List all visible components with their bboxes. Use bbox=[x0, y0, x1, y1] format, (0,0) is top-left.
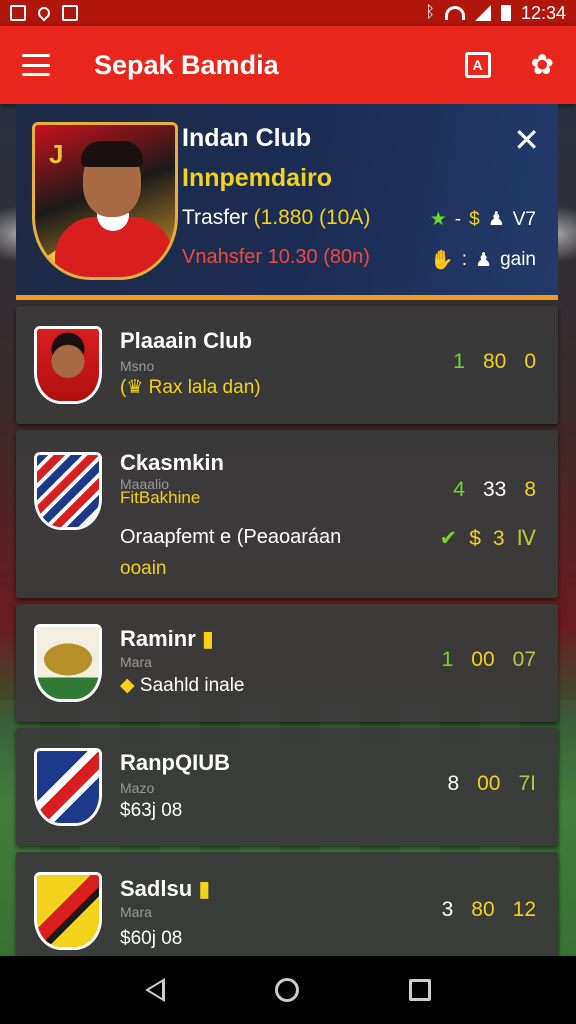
location-icon bbox=[35, 4, 53, 22]
club-meta: Mara bbox=[120, 654, 152, 670]
club-stat-a: 1 bbox=[441, 648, 454, 671]
home-icon[interactable] bbox=[275, 978, 299, 1002]
club-stat-a: 1 bbox=[453, 350, 465, 373]
club-name: Ckasmkin bbox=[120, 450, 224, 475]
club-row[interactable]: Plaaain Club Msno (♛ Rax lala dan) 1 80 … bbox=[16, 306, 558, 424]
featured-club-name: Indan Club bbox=[182, 124, 312, 152]
featured-stat1-a: - bbox=[454, 208, 462, 230]
club-name: Sadlsu ▮ bbox=[120, 876, 211, 901]
status-bar-notifications bbox=[10, 4, 78, 22]
notification-icon bbox=[10, 5, 26, 21]
club-extra: $60j 08 bbox=[120, 928, 183, 949]
club-stat-b: 33 bbox=[482, 478, 507, 501]
club-crest bbox=[34, 452, 102, 530]
back-icon[interactable] bbox=[145, 978, 165, 1002]
club-stat-b: 80 bbox=[471, 898, 495, 921]
club-stats: 1 00 07 bbox=[442, 648, 536, 672]
system-nav-bar bbox=[0, 956, 576, 1024]
badge-icon: ▮ bbox=[192, 876, 211, 901]
club-stat-c: 8 bbox=[524, 478, 536, 501]
app-bar: Sepak Bamdia A ✿ bbox=[0, 26, 576, 104]
status-bar: ᛒ 12:34 bbox=[0, 0, 576, 26]
club-stat-a: 3 bbox=[441, 898, 454, 921]
menu-icon[interactable] bbox=[22, 54, 50, 76]
club-meta: Mazo bbox=[120, 780, 155, 796]
badge-icon: ▮ bbox=[195, 626, 215, 651]
featured-club-subtitle: Innpemdairo bbox=[182, 164, 333, 192]
star-icon: ★ bbox=[429, 209, 447, 230]
featured-club-card[interactable]: J ✕ Indan Club Innpemdairo Trasfer (1.88… bbox=[16, 104, 558, 300]
club-stat-b: 00 bbox=[471, 648, 495, 671]
club-row[interactable]: RanpQIUB Mazo $63j 08 8 00 7I bbox=[16, 728, 558, 846]
club-stats: 3 80 12 bbox=[442, 898, 536, 922]
club-row[interactable]: Ckasmkin Maaalio FitBakhine Oraapfemt e … bbox=[16, 430, 558, 598]
club-crest bbox=[34, 872, 102, 950]
dollar-icon: $ bbox=[469, 208, 480, 230]
club-extra: (♛ Rax lala dan) bbox=[120, 377, 261, 398]
club-stat-b: 80 bbox=[482, 350, 507, 373]
club-name: RanpQIUB bbox=[120, 750, 230, 775]
club-name: Raminr ▮ bbox=[120, 626, 215, 651]
featured-stat1-b: V7 bbox=[512, 208, 536, 230]
player-portrait: J bbox=[32, 122, 178, 280]
coin-icon: ◆ bbox=[120, 675, 135, 696]
club-stat-c: 7I bbox=[518, 772, 536, 795]
club-stat-a: 4 bbox=[453, 478, 465, 501]
club-detail-secondary: ooain bbox=[120, 558, 167, 579]
dollar-icon: $ bbox=[469, 526, 481, 550]
club-stat-b: 00 bbox=[477, 772, 501, 795]
transfer-line-secondary: Vnahsfer 10.30 (80n) bbox=[182, 246, 370, 268]
featured-stats-bottom: ✋ : ♟ gain bbox=[430, 248, 536, 272]
featured-stats-top: ★ - $ ♟ V7 bbox=[430, 208, 536, 231]
club-stats: 4 33 8 bbox=[453, 478, 536, 502]
club-stat-c: 07 bbox=[512, 648, 536, 671]
club-detail: Oraapfemt e (Peaoaráan bbox=[120, 526, 342, 548]
club-stats-secondary: ✔ $ 3 Ⅳ bbox=[440, 526, 536, 551]
club-stat-a: 8 bbox=[447, 772, 460, 795]
club-stat-d: 3 bbox=[492, 526, 505, 550]
recent-apps-icon[interactable] bbox=[409, 979, 431, 1001]
image-notification-icon bbox=[62, 5, 78, 21]
club-crest bbox=[34, 748, 102, 826]
club-extra: ◆ Saahld inale bbox=[120, 675, 245, 696]
gear-icon[interactable]: ✿ bbox=[531, 51, 554, 79]
club-stat-e: Ⅳ bbox=[516, 527, 536, 550]
transfer-value: (1.880 (10A) bbox=[253, 206, 371, 229]
club-name: Plaaain Club bbox=[120, 328, 253, 353]
club-stats: 1 80 0 bbox=[453, 350, 536, 374]
player-icon: ♟ bbox=[475, 249, 493, 271]
player-icon: ♟ bbox=[487, 209, 505, 230]
crest-letter: J bbox=[49, 139, 64, 169]
club-stat-c: 0 bbox=[524, 350, 536, 373]
club-row[interactable]: Sadlsu ▮ Mara $60j 08 3 80 12 bbox=[16, 852, 558, 956]
featured-stat2-a: : bbox=[461, 249, 468, 270]
club-extra: $63j 08 bbox=[120, 800, 183, 821]
transfer-label: Trasfer bbox=[182, 206, 248, 229]
club-meta: Msno bbox=[120, 358, 155, 374]
status-bar-system: ᛒ 12:34 bbox=[425, 3, 566, 24]
club-stat-c: 12 bbox=[512, 898, 536, 921]
club-crest bbox=[34, 326, 102, 404]
bookmark-icon[interactable]: A bbox=[464, 52, 491, 78]
club-crest bbox=[34, 624, 102, 702]
club-extra: FitBakhine bbox=[120, 488, 201, 507]
bluetooth-icon: ᛒ bbox=[425, 4, 435, 21]
status-time: 12:34 bbox=[520, 2, 566, 23]
close-icon[interactable]: ✕ bbox=[513, 124, 540, 156]
hand-icon: ✋ bbox=[430, 250, 454, 271]
club-stats: 8 00 7I bbox=[447, 772, 536, 796]
club-row[interactable]: Raminr ▮ Mara ◆ Saahld inale 1 00 07 bbox=[16, 604, 558, 722]
app-title: Sepak Bamdia bbox=[94, 49, 279, 80]
club-meta: Mara bbox=[120, 904, 152, 920]
battery-icon bbox=[500, 5, 511, 21]
signal-icon bbox=[474, 5, 491, 21]
check-icon: ✔ bbox=[439, 527, 458, 550]
featured-stat2-b: gain bbox=[500, 249, 536, 270]
wifi-icon bbox=[444, 6, 465, 20]
transfer-line: Trasfer (1.880 (10A) bbox=[182, 206, 370, 230]
